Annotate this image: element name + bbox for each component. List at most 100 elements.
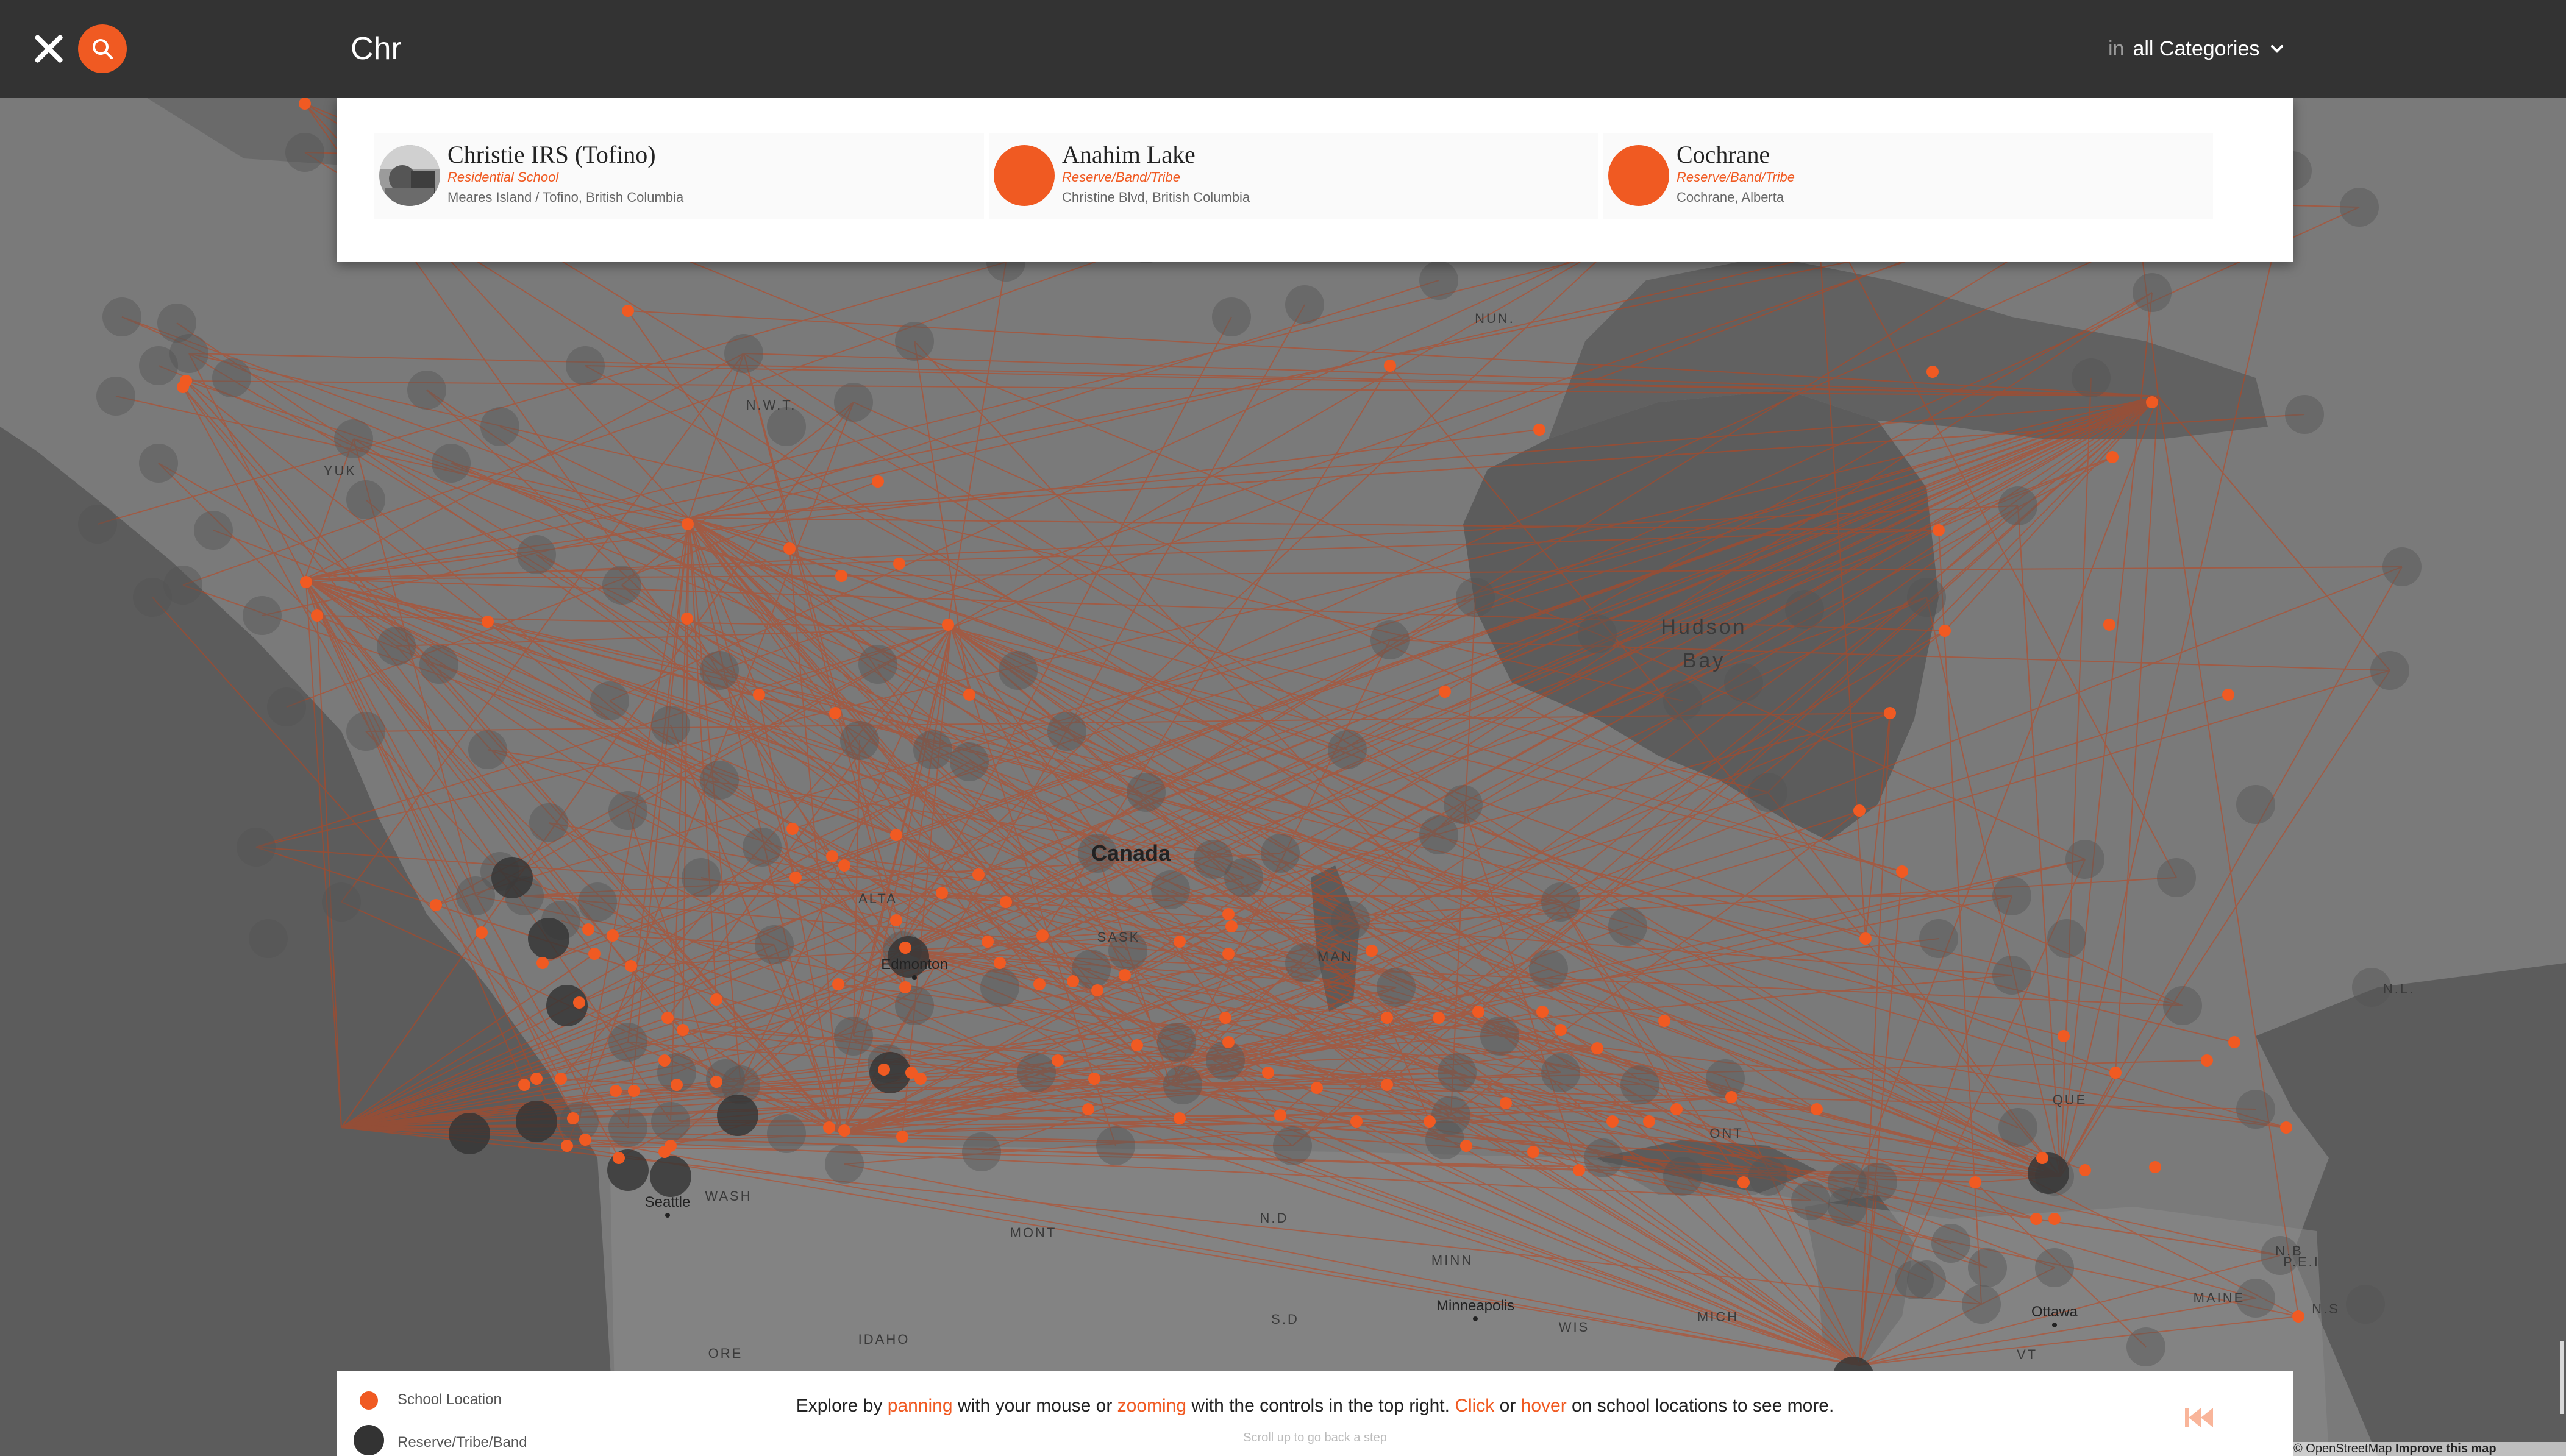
- school-marker[interactable]: [177, 381, 189, 393]
- school-marker[interactable]: [1737, 1176, 1750, 1188]
- search-button[interactable]: [78, 24, 127, 73]
- reserve-marker[interactable]: [407, 371, 446, 410]
- reserve-marker[interactable]: [1608, 907, 1647, 946]
- school-marker[interactable]: [899, 981, 911, 993]
- reserve-marker[interactable]: [346, 712, 385, 751]
- school-marker[interactable]: [1926, 366, 1939, 378]
- reserve-marker[interactable]: [2285, 395, 2324, 434]
- reserve-marker[interactable]: [578, 882, 617, 922]
- school-marker[interactable]: [300, 576, 312, 588]
- reserve-marker[interactable]: [1663, 1157, 1702, 1196]
- reserve-marker[interactable]: [717, 1095, 758, 1136]
- school-marker[interactable]: [610, 1085, 622, 1097]
- school-marker[interactable]: [613, 1152, 625, 1164]
- school-marker[interactable]: [1091, 984, 1103, 996]
- reserve-marker[interactable]: [2028, 1152, 2069, 1194]
- school-marker[interactable]: [628, 1085, 640, 1097]
- reserve-marker[interactable]: [1163, 1065, 1202, 1104]
- reserve-marker[interactable]: [834, 383, 873, 422]
- school-marker[interactable]: [963, 689, 975, 701]
- school-marker[interactable]: [753, 689, 765, 701]
- reserve-marker[interactable]: [1127, 773, 1166, 812]
- school-marker[interactable]: [661, 1012, 674, 1024]
- reserve-marker[interactable]: [1663, 681, 1702, 720]
- reserve-marker[interactable]: [2370, 651, 2409, 690]
- reserve-marker[interactable]: [2065, 840, 2104, 879]
- school-marker[interactable]: [1311, 1082, 1323, 1094]
- reserve-marker[interactable]: [449, 1113, 490, 1154]
- school-marker[interactable]: [2109, 1067, 2122, 1079]
- school-marker[interactable]: [1052, 1054, 1064, 1067]
- school-marker[interactable]: [1643, 1115, 1655, 1128]
- school-marker[interactable]: [1174, 936, 1186, 948]
- reserve-marker[interactable]: [608, 1108, 647, 1147]
- reserve-marker[interactable]: [700, 651, 739, 690]
- reserve-marker[interactable]: [1377, 968, 1416, 1007]
- reserve-marker[interactable]: [249, 919, 288, 958]
- school-marker[interactable]: [710, 993, 722, 1006]
- school-marker[interactable]: [476, 926, 488, 939]
- reserve-marker[interactable]: [468, 730, 507, 769]
- reserve-marker[interactable]: [1748, 1157, 1787, 1196]
- school-marker[interactable]: [1000, 896, 1012, 908]
- school-marker[interactable]: [838, 1124, 850, 1137]
- school-marker[interactable]: [783, 542, 796, 555]
- school-marker[interactable]: [1573, 1164, 1585, 1176]
- reserve-marker[interactable]: [755, 925, 794, 964]
- reserve-marker[interactable]: [1444, 785, 1483, 824]
- reserve-marker[interactable]: [767, 407, 806, 446]
- school-marker[interactable]: [1033, 978, 1046, 990]
- school-marker[interactable]: [561, 1140, 573, 1152]
- school-marker[interactable]: [1219, 1012, 1231, 1024]
- reserve-marker[interactable]: [1962, 1285, 2001, 1324]
- reserve-marker[interactable]: [651, 706, 690, 745]
- reserve-marker[interactable]: [1331, 901, 1370, 940]
- school-marker[interactable]: [893, 558, 905, 570]
- school-marker[interactable]: [2146, 396, 2158, 408]
- school-marker[interactable]: [681, 613, 693, 625]
- school-marker[interactable]: [1088, 1073, 1100, 1085]
- reserve-marker[interactable]: [346, 480, 385, 519]
- reserve-marker[interactable]: [682, 858, 721, 897]
- reserve-marker[interactable]: [913, 730, 952, 769]
- reserve-marker[interactable]: [700, 761, 739, 800]
- hover-link[interactable]: hover: [1521, 1396, 1567, 1416]
- reserve-marker[interactable]: [608, 1023, 647, 1062]
- school-marker[interactable]: [1424, 1115, 1436, 1128]
- reserve-marker[interactable]: [1828, 1163, 1867, 1202]
- school-marker[interactable]: [2030, 1213, 2042, 1225]
- school-marker[interactable]: [1969, 1176, 1981, 1188]
- reserve-marker[interactable]: [2340, 188, 2379, 227]
- reserve-marker[interactable]: [650, 1156, 691, 1197]
- school-marker[interactable]: [1131, 1039, 1143, 1051]
- reserve-marker[interactable]: [895, 986, 934, 1025]
- reserve-marker[interactable]: [285, 133, 324, 172]
- reserve-marker[interactable]: [1017, 1053, 1056, 1092]
- school-marker[interactable]: [1859, 932, 1872, 945]
- reserve-marker[interactable]: [1480, 1017, 1519, 1056]
- school-marker[interactable]: [890, 829, 902, 841]
- school-marker[interactable]: [622, 305, 634, 317]
- school-marker[interactable]: [555, 1073, 567, 1085]
- map-attribution[interactable]: © OpenStreetMap Improve this map: [2293, 1442, 2566, 1456]
- reserve-marker[interactable]: [840, 721, 879, 760]
- school-marker[interactable]: [1274, 1109, 1286, 1121]
- school-marker[interactable]: [1082, 1103, 1094, 1115]
- rewind-icon[interactable]: [2184, 1405, 2214, 1430]
- reserve-marker[interactable]: [999, 651, 1038, 690]
- reserve-marker[interactable]: [1748, 773, 1787, 812]
- reserve-marker[interactable]: [419, 645, 458, 684]
- school-marker[interactable]: [1222, 948, 1235, 960]
- school-marker[interactable]: [1384, 360, 1396, 372]
- reserve-marker[interactable]: [1419, 261, 1458, 300]
- school-marker[interactable]: [1381, 1012, 1393, 1024]
- reserve-marker[interactable]: [651, 1102, 690, 1141]
- reserve-marker[interactable]: [1785, 590, 1824, 629]
- school-marker[interactable]: [2106, 451, 2119, 463]
- chevron-down-icon[interactable]: [2268, 40, 2286, 58]
- reserve-marker[interactable]: [322, 882, 361, 922]
- reserve-marker[interactable]: [432, 444, 471, 483]
- school-marker[interactable]: [829, 707, 841, 719]
- reserve-marker[interactable]: [1529, 950, 1568, 989]
- reserve-marker[interactable]: [2163, 986, 2202, 1025]
